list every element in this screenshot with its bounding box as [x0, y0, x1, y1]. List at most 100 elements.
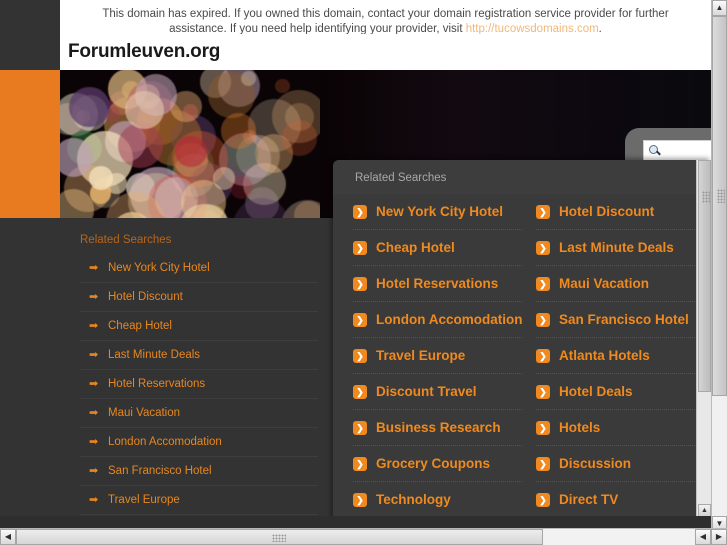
overlay-list-item[interactable]: ❯ Cheap Hotel — [353, 230, 522, 266]
page-title: Forumleuven.org — [68, 41, 221, 62]
related-searches-overlay: Related Searches ❯ New York City Hotel ❯ Ch… — [333, 160, 711, 532]
sidebar-item[interactable]: ➡ Travel Europe — [80, 486, 318, 515]
chevron-right-icon: ❯ — [353, 348, 367, 363]
sidebar-item-label: Cheap Hotel — [108, 320, 172, 332]
sidebar-item-label: Maui Vacation — [108, 407, 181, 419]
overlay-grid: ❯ New York City Hotel ❯ Cheap Hotel ❯ Hotel R… — [333, 194, 711, 518]
search-box[interactable] — [643, 140, 711, 162]
notice-text-after: . — [598, 23, 602, 34]
overlay-list-item[interactable]: ❯ Last Minute Deals — [536, 230, 711, 266]
overlay-list-item[interactable]: ❯ Hotels — [536, 410, 711, 446]
overlay-list-item[interactable]: ❯ San Francisco Hotel — [536, 302, 711, 338]
overlay-item-label: Travel Europe — [376, 348, 466, 363]
chevron-right-icon: ❯ — [536, 240, 550, 255]
browser-viewport: This domain has expired. If you owned th… — [0, 0, 727, 545]
overlay-list-item[interactable]: ❯ Discussion — [536, 446, 711, 482]
arrow-right-icon: ➡ — [89, 493, 99, 506]
overlay-item-label: Hotel Deals — [559, 384, 633, 399]
sidebar-item[interactable]: ➡ New York City Hotel — [80, 254, 318, 283]
sidebar-item[interactable]: ➡ Cheap Hotel — [80, 312, 318, 341]
vertical-scrollbar[interactable]: ▲ ▼ — [711, 0, 727, 532]
overlay-item-label: Hotels — [559, 420, 601, 435]
horizontal-scrollbar-thumb[interactable] — [16, 529, 543, 545]
overlay-item-label: Technology — [376, 492, 451, 507]
chevron-right-icon: ❯ — [353, 276, 367, 291]
chevron-right-icon: ❯ — [353, 456, 367, 471]
overlay-item-label: Maui Vacation — [559, 276, 650, 291]
overlay-item-label: Discount Travel — [376, 384, 477, 399]
tucows-domains-link[interactable]: http://tucowsdomains.com — [466, 23, 599, 34]
overlay-item-label: Atlanta Hotels — [559, 348, 650, 363]
overlay-item-label: Discussion — [559, 456, 632, 471]
sidebar-item-label: New York City Hotel — [108, 262, 210, 274]
sidebar-item[interactable]: ➡ Hotel Discount — [80, 283, 318, 312]
overlay-list-item[interactable]: ❯ London Accomodation — [353, 302, 522, 338]
chevron-right-icon: ❯ — [353, 204, 367, 219]
search-input[interactable] — [665, 145, 711, 157]
scroll-right-button-inner[interactable]: ◀ — [695, 529, 711, 545]
sidebar-item-label: Hotel Discount — [108, 291, 183, 303]
overlay-list-item[interactable]: ❯ Hotel Discount — [536, 194, 711, 230]
sidebar-item[interactable]: ➡ Maui Vacation — [80, 399, 318, 428]
scroll-left-button[interactable]: ◀ — [0, 529, 16, 545]
chevron-right-icon: ❯ — [536, 204, 550, 219]
overlay-scrollbar[interactable]: ▲ ▼ — [696, 160, 711, 532]
sidebar-item-label: London Accomodation — [108, 436, 222, 448]
overlay-list-item[interactable]: ❯ Hotel Deals — [536, 374, 711, 410]
horizontal-scrollbar-grip — [272, 534, 286, 542]
arrow-right-icon: ➡ — [89, 261, 99, 274]
sidebar-item[interactable]: ➡ Hotel Reservations — [80, 370, 318, 399]
overlay-item-label: San Francisco Hotel — [559, 312, 689, 327]
sidebar-related-searches: Related Searches ➡ New York City Hotel ➡ Ho… — [70, 228, 318, 515]
overlay-item-label: Direct TV — [559, 492, 619, 507]
sidebar-item[interactable]: ➡ London Accomodation — [80, 428, 318, 457]
arrow-right-icon: ➡ — [89, 348, 99, 361]
scroll-right-button[interactable]: ▶ — [711, 529, 727, 545]
bokeh-image — [60, 70, 340, 218]
chevron-right-icon: ❯ — [536, 420, 550, 435]
overlay-item-label: Last Minute Deals — [559, 240, 674, 255]
arrow-right-icon: ➡ — [89, 319, 99, 332]
sidebar-item[interactable]: ➡ San Francisco Hotel — [80, 457, 318, 486]
sidebar-item-label: Last Minute Deals — [108, 349, 201, 361]
vertical-scrollbar-thumb[interactable] — [712, 16, 727, 396]
sidebar-list: ➡ New York City Hotel ➡ Hotel Discount ➡ Chea… — [80, 254, 318, 515]
chevron-right-icon: ❯ — [353, 492, 367, 507]
overlay-item-label: Hotel Discount — [559, 204, 655, 219]
vertical-scrollbar-grip — [717, 189, 725, 203]
title-bar: Forumleuven.org — [60, 34, 711, 70]
domain-expired-notice: This domain has expired. If you owned th… — [60, 0, 711, 34]
overlay-item-label: New York City Hotel — [376, 204, 504, 219]
overlay-item-label: London Accomodation — [376, 312, 522, 327]
overlay-list-item[interactable]: ❯ Maui Vacation — [536, 266, 711, 302]
overlay-list-item[interactable]: ❯ Direct TV — [536, 482, 711, 518]
left-orange-band — [0, 70, 60, 218]
horizontal-scrollbar[interactable]: ◀ ◀ ▶ — [0, 528, 727, 545]
overlay-scrollbar-grip — [702, 191, 710, 203]
overlay-list-item[interactable]: ❯ Business Research — [353, 410, 522, 446]
arrow-right-icon: ➡ — [89, 290, 99, 303]
scroll-up-button[interactable]: ▲ — [712, 0, 727, 16]
arrow-right-icon: ➡ — [89, 435, 99, 448]
overlay-list-item[interactable]: ❯ Technology — [353, 482, 522, 518]
overlay-item-label: Grocery Coupons — [376, 456, 491, 471]
chevron-right-icon: ❯ — [353, 312, 367, 327]
overlay-list-item[interactable]: ❯ Hotel Reservations — [353, 266, 522, 302]
chevron-right-icon: ❯ — [353, 240, 367, 255]
footer-strip — [0, 516, 711, 528]
search-icon — [649, 144, 662, 158]
overlay-list-item[interactable]: ❯ Atlanta Hotels — [536, 338, 711, 374]
overlay-list-item[interactable]: ❯ Travel Europe — [353, 338, 522, 374]
overlay-item-label: Hotel Reservations — [376, 276, 499, 291]
overlay-list-item[interactable]: ❯ Grocery Coupons — [353, 446, 522, 482]
overlay-list-item[interactable]: ❯ Discount Travel — [353, 374, 522, 410]
sidebar-item[interactable]: ➡ Last Minute Deals — [80, 341, 318, 370]
overlay-right-column: ❯ Hotel Discount ❯ Last Minute Deals ❯ Maui V… — [522, 194, 711, 518]
overlay-item-label: Cheap Hotel — [376, 240, 455, 255]
chevron-right-icon: ❯ — [536, 348, 550, 363]
overlay-list-item[interactable]: ❯ New York City Hotel — [353, 194, 522, 230]
sidebar-item-label: San Francisco Hotel — [108, 465, 212, 477]
sidebar-item-label: Travel Europe — [108, 494, 180, 506]
overlay-scrollbar-thumb[interactable] — [698, 160, 711, 392]
chevron-right-icon: ❯ — [536, 456, 550, 471]
